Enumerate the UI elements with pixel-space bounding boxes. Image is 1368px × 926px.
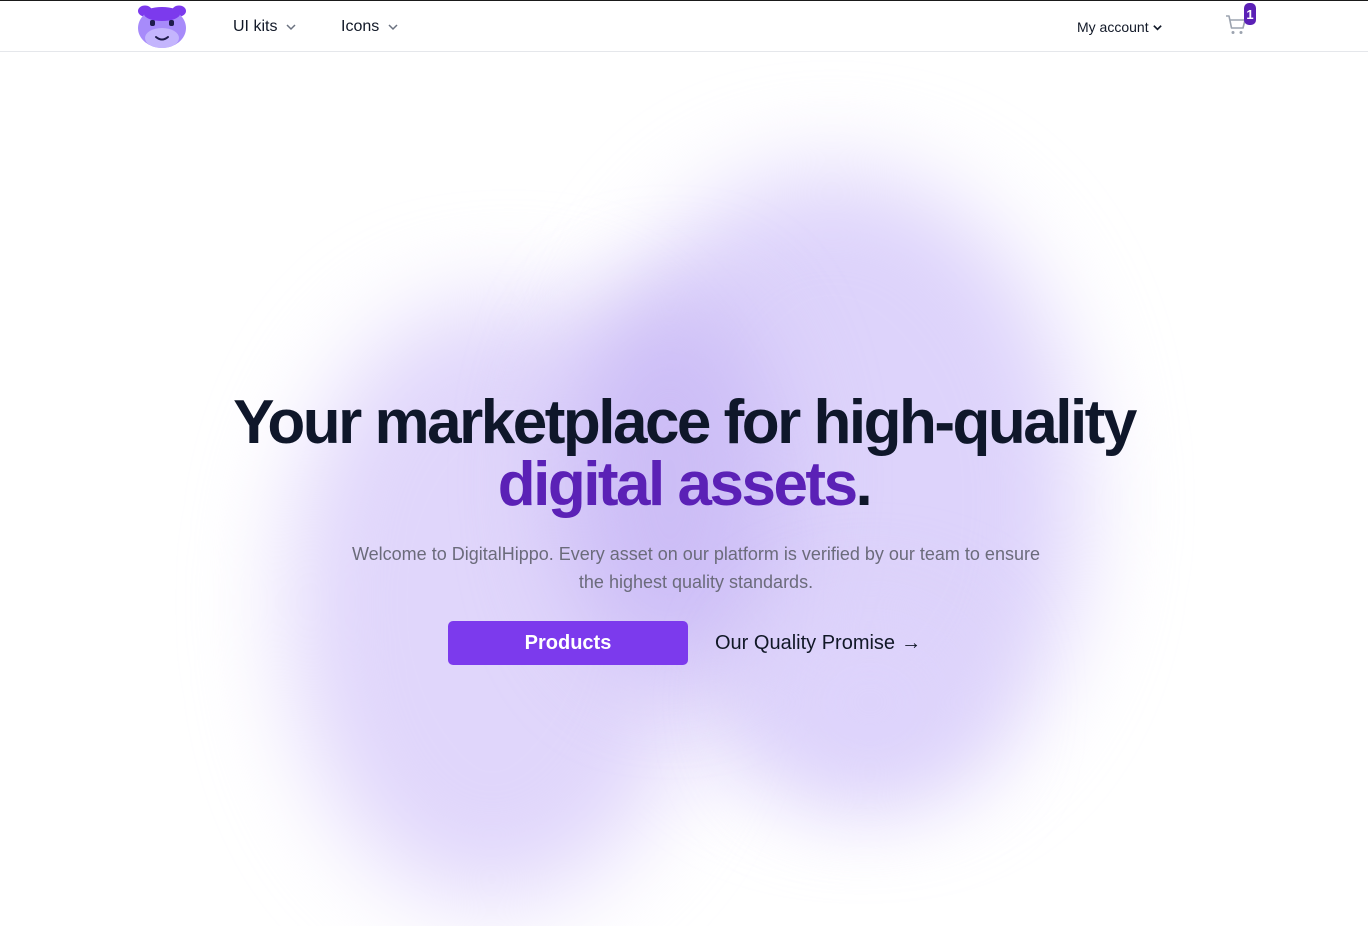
products-button[interactable]: Products (448, 621, 688, 665)
nav-item-icons[interactable]: Icons (341, 15, 399, 39)
quality-promise-label: Our Quality Promise (715, 631, 896, 654)
hippo-logo[interactable] (135, 4, 189, 50)
hero-subtitle: Welcome to DigitalHippo. Every asset on … (352, 544, 1040, 592)
quality-promise-link[interactable]: Our Quality Promise → (715, 629, 921, 657)
navbar: UI kits Icons My account 1 (0, 1, 1368, 52)
my-account-menu[interactable]: My account (1077, 16, 1163, 38)
nav-item-ui-kits[interactable]: UI kits (233, 15, 297, 39)
arrow-right-icon: → (901, 631, 922, 654)
chevron-down-icon (388, 24, 398, 31)
account-label: My account (1077, 19, 1149, 35)
hero-section: Your marketplace for high-quality digita… (0, 52, 1368, 926)
nav-item-label: Icons (341, 18, 380, 35)
hippo-icon (138, 5, 186, 48)
headline-line1: Your marketplace for high-quality (233, 388, 1137, 457)
hero-headline: Your marketplace for high-quality digita… (0, 392, 1368, 516)
chevron-down-icon (1152, 24, 1162, 31)
cart-count-badge: 1 (1244, 3, 1256, 25)
chevron-down-icon (286, 24, 296, 31)
headline-period: . (855, 450, 873, 519)
cart-button[interactable]: 1 (1224, 3, 1258, 39)
nav-item-label: UI kits (233, 18, 278, 35)
headline-accent: digital assets (497, 450, 858, 519)
